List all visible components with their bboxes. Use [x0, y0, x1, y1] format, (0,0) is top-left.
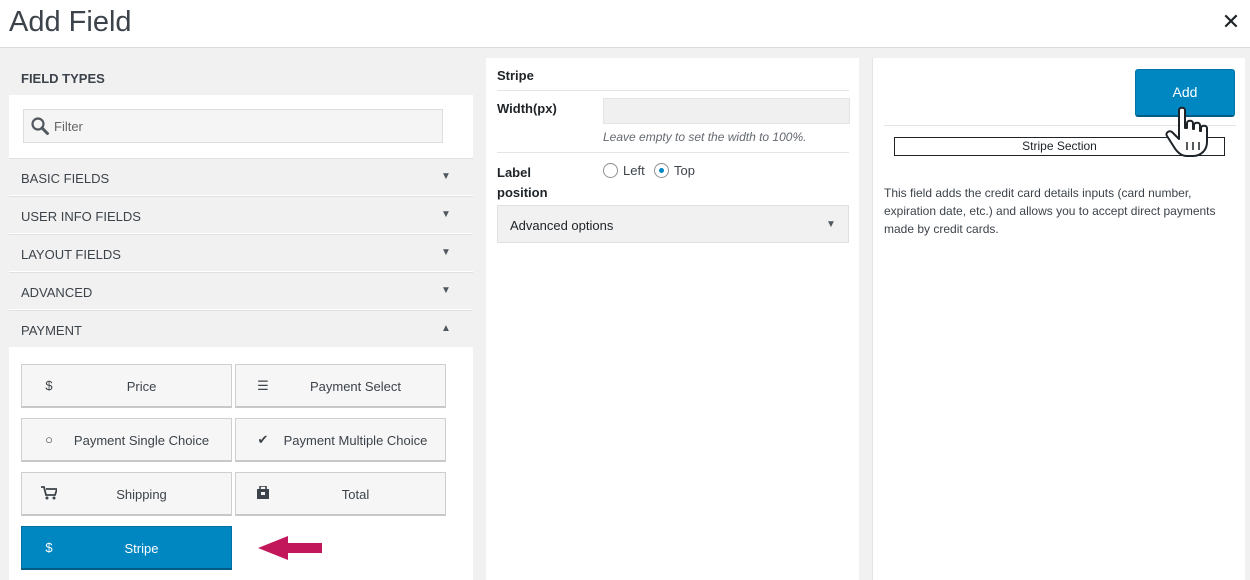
- section-label: ADVANCED: [21, 285, 93, 300]
- caret-down-icon: ▼: [826, 219, 836, 230]
- advanced-options-toggle[interactable]: Advanced options ▼: [497, 205, 849, 243]
- field-button-label: Stripe: [124, 541, 159, 556]
- radio-label: Top: [674, 163, 695, 178]
- radio-selected-dot: [659, 168, 664, 173]
- section-user-info-fields[interactable]: USER INFO FIELDS ▼: [9, 196, 473, 233]
- field-types-panel: FIELD TYPES BASIC FIELDS ▼ USER INFO FIE…: [9, 58, 473, 580]
- label-position-label: Label position: [497, 165, 548, 200]
- field-button-payment-multiple-choice[interactable]: ✔ Payment Multiple Choice: [235, 418, 446, 462]
- dialog-header: Add Field ✕: [0, 0, 1250, 48]
- section-advanced[interactable]: ADVANCED ▼: [9, 272, 473, 309]
- field-button-price[interactable]: $ Price: [21, 364, 232, 408]
- section-label: BASIC FIELDS: [21, 171, 110, 186]
- caret-down-icon: ▼: [441, 247, 451, 258]
- field-button-shipping[interactable]: Shipping: [21, 472, 232, 516]
- divider: [497, 90, 849, 91]
- caret-up-icon: ▲: [441, 323, 451, 334]
- filter-input[interactable]: [52, 110, 440, 142]
- search-icon: [31, 117, 49, 135]
- field-button-payment-single-choice[interactable]: ○ Payment Single Choice: [21, 418, 232, 462]
- dollar-icon: $: [45, 540, 53, 555]
- caret-down-icon: ▼: [441, 285, 451, 296]
- hand-pointer-icon: [1165, 106, 1208, 157]
- field-description: This field adds the credit card details …: [884, 186, 1216, 236]
- preview-panel: Add Stripe Section This field adds the c…: [872, 58, 1245, 580]
- field-settings-panel: Stripe Width(px) Leave empty to set the …: [486, 58, 859, 580]
- field-name: Stripe: [497, 68, 534, 83]
- radio-circle: [603, 163, 618, 178]
- field-button-label: Total: [341, 487, 370, 502]
- advanced-options-label: Advanced options: [510, 218, 614, 233]
- section-basic-fields[interactable]: BASIC FIELDS ▼: [9, 158, 473, 195]
- width-label: Width(px): [497, 101, 557, 116]
- cart-icon: [40, 486, 59, 502]
- list-icon: ☰: [257, 378, 269, 393]
- section-payment[interactable]: PAYMENT ▲: [9, 310, 473, 347]
- field-button-label: Payment Multiple Choice: [283, 433, 428, 448]
- caret-down-icon: ▼: [441, 171, 451, 182]
- dialog-title: Add Field: [9, 6, 132, 38]
- section-label: LAYOUT FIELDS: [21, 247, 121, 262]
- field-types-header: FIELD TYPES: [9, 58, 473, 95]
- field-button-total[interactable]: Total: [235, 472, 446, 516]
- filter-box[interactable]: [23, 109, 443, 143]
- dollar-icon: $: [45, 378, 53, 393]
- field-button-label: Payment Single Choice: [73, 433, 210, 448]
- field-button-label: Price: [126, 379, 157, 394]
- checkmark-icon: ✔: [257, 432, 269, 447]
- radio-circle: [654, 163, 669, 178]
- width-help-text: Leave empty to set the width to 100%.: [603, 130, 807, 144]
- bag-icon: [254, 485, 272, 502]
- divider: [497, 152, 849, 153]
- arrow-left-icon: [258, 536, 322, 560]
- field-button-label: Payment Select: [309, 379, 402, 394]
- section-label: USER INFO FIELDS: [21, 209, 141, 224]
- section-label: PAYMENT: [21, 323, 82, 338]
- field-button-stripe[interactable]: $ Stripe: [21, 526, 232, 570]
- width-input[interactable]: [603, 98, 850, 124]
- circle-icon: ○: [45, 432, 53, 447]
- radio-label: Left: [623, 163, 645, 178]
- field-button-payment-select[interactable]: ☰ Payment Select: [235, 364, 446, 408]
- caret-down-icon: ▼: [441, 209, 451, 220]
- field-button-label: Shipping: [116, 487, 167, 502]
- close-icon[interactable]: ✕: [1219, 10, 1243, 34]
- section-layout-fields[interactable]: LAYOUT FIELDS ▼: [9, 234, 473, 271]
